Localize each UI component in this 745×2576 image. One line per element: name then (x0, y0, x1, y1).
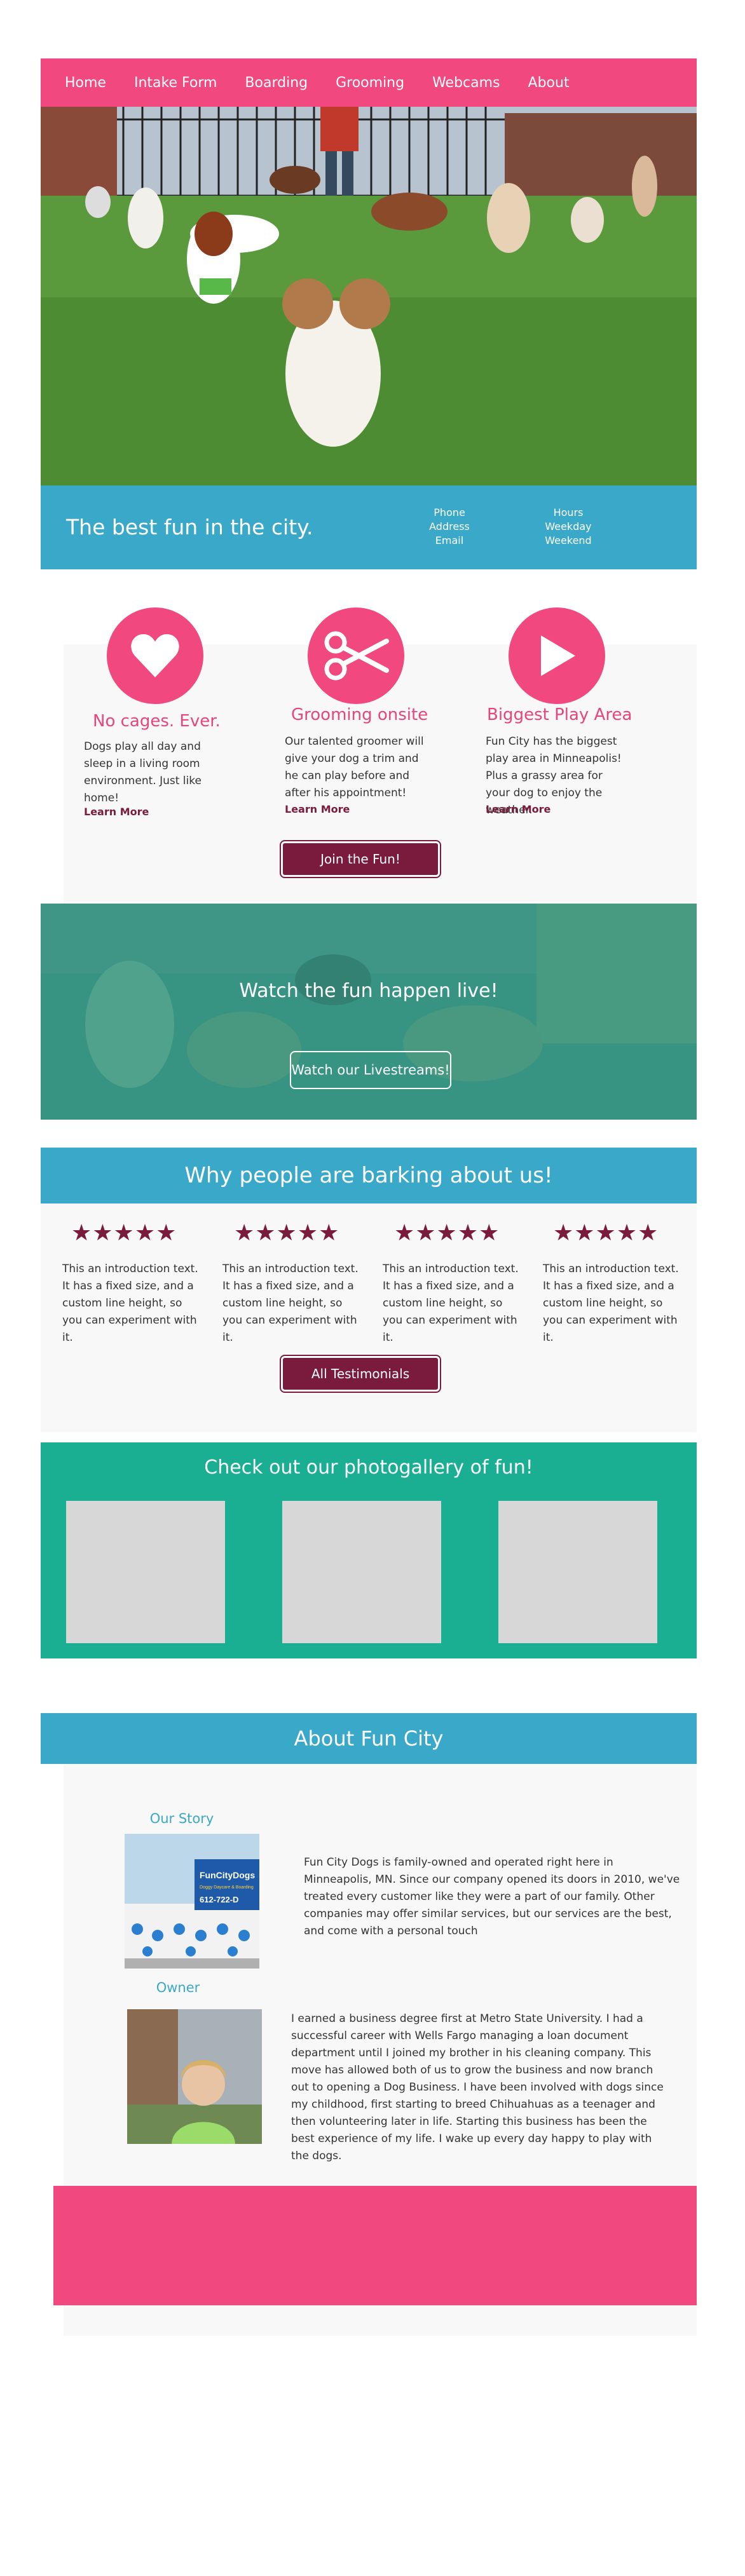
sign-phone: 612-722-D (200, 1895, 238, 1904)
learn-more-link-play-area[interactable]: Learn More (486, 803, 550, 815)
hero-info-band: The best fun in the city. Phone Address … (41, 485, 697, 569)
nav-boarding[interactable]: Boarding (245, 75, 308, 91)
testimonials-heading: Why people are barking about us! (41, 1148, 697, 1203)
about-heading: About Fun City (41, 1713, 697, 1764)
star-rating: ★★★★★ (553, 1220, 659, 1246)
heart-icon (107, 607, 203, 704)
nav-home[interactable]: Home (65, 75, 106, 91)
gallery-photo-placeholder[interactable] (66, 1501, 225, 1643)
nav-about[interactable]: About (528, 75, 570, 91)
testimonial-text: This an introduction text. It has a fixe… (62, 1263, 198, 1344)
hours-label: Hours (553, 506, 584, 519)
owner-photo (127, 2009, 262, 2144)
star-rating: ★★★★★ (71, 1220, 177, 1246)
star-rating: ★★★★★ (234, 1220, 340, 1246)
gallery-photo-placeholder[interactable] (498, 1501, 657, 1643)
gallery-photo-placeholder[interactable] (282, 1501, 441, 1643)
sign-subtitle: Doggy Daycare & Boarding (200, 1885, 254, 1890)
gallery-heading: Check out our photogallery of fun! (204, 1456, 533, 1479)
testimonial-text: This an introduction text. It has a fixe… (543, 1263, 679, 1344)
contact-address[interactable]: Address (421, 520, 478, 534)
photogallery-section: Check out our photogallery of fun! (41, 1442, 697, 1658)
contact-email[interactable]: Email (421, 534, 478, 548)
testimonial-text: This an introduction text. It has a fixe… (222, 1263, 359, 1344)
dogs-playing-illustration (41, 107, 697, 485)
feature-text-no-cages: Dogs play all day and sleep in a living … (84, 740, 202, 804)
owner-bio-text: I earned a business degree first at Metr… (291, 2012, 664, 2162)
our-story-text: Fun City Dogs is family-owned and operat… (304, 1856, 680, 1937)
feature-title-no-cages: No cages. Ever. (93, 712, 221, 731)
nav-grooming[interactable]: Grooming (336, 75, 404, 91)
scissors-icon (308, 607, 404, 704)
play-icon (509, 607, 605, 704)
contact-info: Phone Address Email (421, 506, 478, 548)
join-the-fun-button[interactable]: Join the Fun! (280, 840, 441, 878)
livestream-heading: Watch the fun happen live! (239, 980, 498, 1002)
watch-livestreams-button[interactable]: Watch our Livestreams! (290, 1051, 451, 1089)
building-photo: FunCityDogs Doggy Daycare & Boarding 612… (125, 1834, 259, 1969)
feature-text-grooming: Our talented groomer will give your dog … (285, 735, 424, 799)
testimonial-text: This an introduction text. It has a fixe… (383, 1263, 519, 1344)
hours-weekday: Weekday (545, 520, 592, 532)
nav-intake-form[interactable]: Intake Form (134, 75, 217, 91)
livestream-banner: Watch the fun happen live! Watch our Liv… (41, 904, 697, 1120)
all-testimonials-button[interactable]: All Testimonials (280, 1355, 441, 1393)
feature-title-play-area: Biggest Play Area (487, 705, 632, 724)
page: { "nav": { "items": ["Home", "Intake For… (0, 0, 745, 2576)
learn-more-link-grooming[interactable]: Learn More (285, 803, 350, 815)
hours-weekend: Weekend (545, 534, 592, 546)
sign-title: FunCityDogs (200, 1870, 255, 1880)
our-story-label: Our Story (149, 1811, 214, 1826)
star-rating: ★★★★★ (394, 1220, 500, 1246)
contact-phone[interactable]: Phone (421, 506, 478, 520)
owner-label: Owner (156, 1980, 200, 1995)
feature-title-grooming: Grooming onsite (291, 705, 428, 724)
footer (53, 2186, 697, 2305)
hero-tagline: The best fun in the city. (66, 515, 313, 539)
hours-info: Hours Weekday Weekend (537, 506, 600, 548)
hero-image (41, 107, 697, 485)
learn-more-link-no-cages[interactable]: Learn More (84, 806, 149, 818)
nav-webcams[interactable]: Webcams (432, 75, 500, 91)
top-nav: Home Intake Form Boarding Grooming Webca… (41, 58, 697, 107)
